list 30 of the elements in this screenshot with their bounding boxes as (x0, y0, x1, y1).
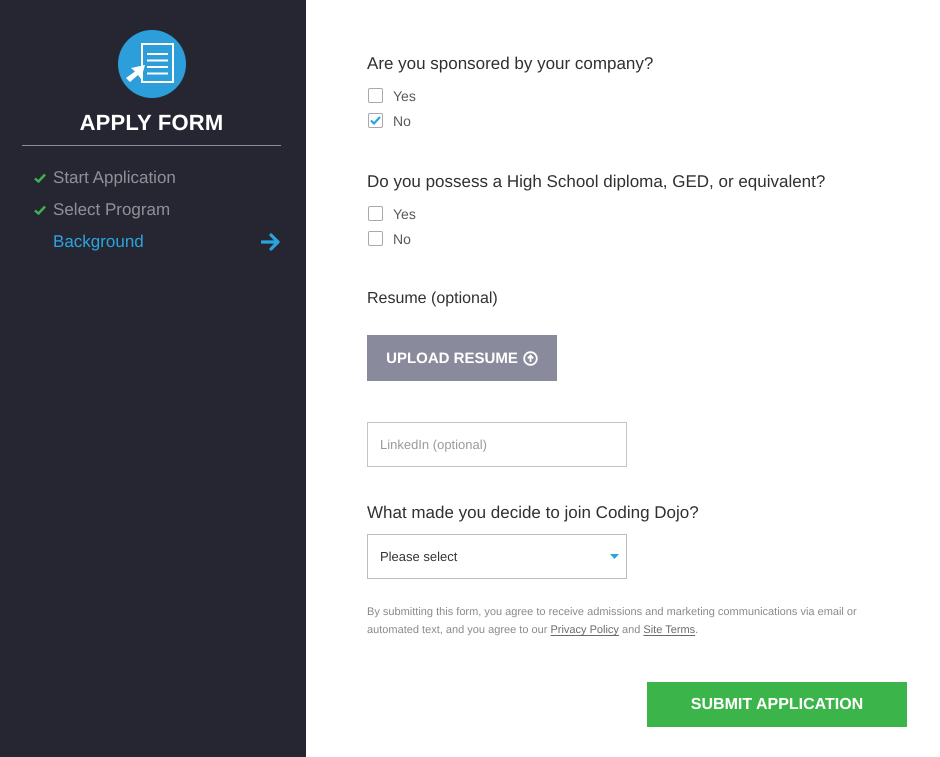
select-field[interactable]: Please select (367, 534, 627, 579)
document-logo-icon (118, 30, 186, 98)
arrow-right-icon (261, 233, 281, 251)
option-label: Yes (393, 206, 416, 222)
question-heading: Do you possess a High School diploma, GED, or equivalent? (367, 171, 826, 193)
form-title: APPLY FORM (80, 110, 224, 136)
step-item[interactable]: Select Program (34, 194, 281, 226)
upload-button[interactable]: UPLOAD RESUME (367, 335, 557, 381)
checkbox[interactable] (368, 206, 383, 221)
question-heading: Are you sponsored by your company? (367, 53, 654, 75)
text-link[interactable]: Privacy Policy (550, 624, 619, 636)
tick-icon (370, 116, 381, 125)
question-heading: What made you decide to join Coding Dojo? (367, 502, 699, 524)
caret-down-icon (610, 554, 619, 559)
upload-icon (522, 350, 538, 366)
disclaimer-text: By submitting this form, you agree to receive admissions and marketing communications via email or automated text, and you agree to our Privacy Policy and Site Terms. (367, 605, 858, 638)
step-item[interactable]: Background (34, 226, 281, 258)
check-icon (34, 173, 46, 183)
option-label: No (393, 112, 411, 128)
text-link[interactable]: Site Terms (643, 624, 696, 636)
submit-button[interactable]: SUBMIT APPLICATION (647, 682, 907, 727)
check-icon (34, 205, 46, 215)
checkbox[interactable] (368, 231, 383, 246)
checkbox[interactable] (368, 113, 383, 128)
checkbox[interactable] (368, 88, 383, 103)
option-label: Yes (393, 88, 416, 104)
input-field[interactable]: LinkedIn (optional) (367, 422, 627, 467)
option-label: No (393, 230, 411, 246)
resume-label: Resume (optional) (367, 289, 498, 309)
step-item[interactable]: Start Application (34, 162, 281, 194)
